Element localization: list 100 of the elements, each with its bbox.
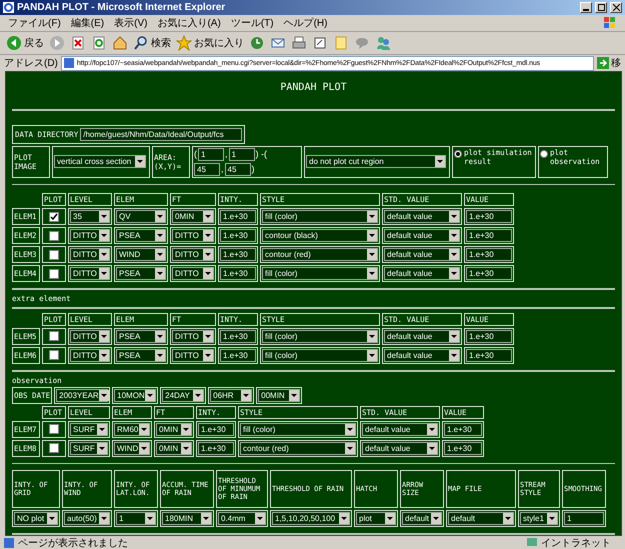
dropdown[interactable]: contour (black) [262,229,378,242]
value-field[interactable]: 1.e+30 [466,248,512,262]
dropdown[interactable]: RM60 [114,422,150,436]
dropdown[interactable]: 00MIN [258,388,300,402]
favorites-button[interactable]: お気に入り [176,35,244,51]
value-field[interactable]: 1.e+30 [466,330,512,343]
dropdown[interactable]: auto(50) [64,512,110,526]
checkbox[interactable] [49,331,59,342]
dropdown[interactable]: 1,5,10,20,50,100 [272,512,350,526]
dropdown[interactable]: QV [116,210,166,224]
value-field[interactable]: 1.e+30 [444,422,482,436]
value-field[interactable]: 1.e+30 [466,229,512,242]
dropdown[interactable]: fill (color) [262,330,378,343]
dropdown[interactable]: DITTO [70,267,110,280]
checkbox[interactable] [49,424,59,434]
dropdown[interactable]: default value [384,229,460,242]
interval-field[interactable]: 1.e+30 [198,442,234,455]
minimize-button[interactable] [580,2,592,13]
dropdown[interactable]: 0MIN [156,422,192,436]
radio-button[interactable] [454,150,462,158]
search-button[interactable]: 検索 [133,35,171,51]
dropdown[interactable]: 0.4mm [218,512,266,526]
maximize-button[interactable] [595,2,607,13]
dropdown[interactable]: 0MIN [172,210,214,224]
interval-field[interactable]: 1.e+30 [220,210,256,224]
dropdown[interactable]: 24DAY [162,388,204,402]
dropdown[interactable]: PSEA [116,348,166,362]
interval-field[interactable]: 1.e+30 [220,248,256,262]
dropdown[interactable]: default value [384,248,460,262]
dropdown[interactable]: PSEA [116,267,166,280]
dropdown[interactable]: default value [384,210,460,224]
dropdown[interactable]: contour (red) [240,442,356,455]
interval-field[interactable]: 1.e+30 [220,348,256,362]
dropdown[interactable]: PSEA [116,229,166,242]
dropdown[interactable]: DITTO [70,330,110,343]
coordinate-field[interactable]: 1 [198,148,224,161]
dropdown[interactable]: SURF [70,442,108,455]
checkbox[interactable] [49,350,59,360]
dropdown[interactable]: default value [384,348,460,362]
dropdown[interactable]: fill (color) [240,422,356,436]
dropdown[interactable]: default [448,512,514,526]
interval-field[interactable]: 1.e+30 [220,330,256,343]
dropdown[interactable]: 180MIN [162,512,212,526]
dropdown[interactable]: DITTO [172,229,214,242]
dropdown[interactable]: vertical cross section [54,155,146,168]
dropdown[interactable]: style1 [520,512,558,526]
back-button[interactable]: 戻る [6,35,44,51]
value-field[interactable]: 1.e+30 [444,442,482,455]
radio-button[interactable] [540,150,548,158]
dropdown[interactable]: 1 [116,512,156,526]
smoothing-field[interactable]: 1 [564,512,604,526]
interval-field[interactable]: 1.e+30 [220,229,256,242]
dropdown[interactable]: SURF [70,422,108,436]
home-icon[interactable] [112,35,128,51]
dropdown[interactable]: default value [362,442,438,455]
dropdown[interactable]: fill (color) [262,210,378,224]
dropdown[interactable]: DITTO [70,248,110,262]
checkbox[interactable] [49,230,59,241]
dropdown[interactable]: contour (red) [262,248,378,262]
dropdown[interactable]: 06HR [210,388,252,402]
back-icon[interactable] [6,35,22,51]
dropdown[interactable]: NO plot [14,512,58,526]
stop-icon[interactable] [70,35,86,51]
dropdown[interactable]: fill (color) [262,348,378,362]
data-directory-field[interactable]: /home/guest/Nhm/Data/Ideal/Output/fcs [80,128,242,141]
interval-field[interactable]: 1.e+30 [198,422,234,436]
dropdown[interactable]: DITTO [172,248,214,262]
dropdown[interactable]: do not plot cut region [306,155,446,168]
dropdown[interactable]: default value [384,267,460,280]
checkbox[interactable] [49,250,59,260]
dropdown[interactable]: default [402,512,442,526]
go-button[interactable]: 移 [597,56,621,70]
dropdown[interactable]: 0MIN [156,442,192,455]
checkbox[interactable] [49,212,59,222]
dropdown[interactable]: DITTO [70,229,110,242]
coordinate-field[interactable]: 1 [228,148,255,161]
menu-item[interactable]: ツール(T) [230,16,274,30]
dropdown[interactable]: DITTO [70,348,110,362]
dropdown[interactable]: default value [362,422,438,436]
dropdown[interactable]: DITTO [172,267,214,280]
print-icon[interactable] [291,35,307,51]
menu-item[interactable]: 表示(V) [114,16,148,30]
dropdown[interactable]: DITTO [172,330,214,343]
dropdown[interactable]: fill (color) [262,267,378,280]
dropdown[interactable]: 35 [70,210,110,224]
interval-field[interactable]: 1.e+30 [220,267,256,280]
menu-item[interactable]: お気に入り(A) [157,16,221,30]
history-icon[interactable] [249,35,265,51]
value-field[interactable]: 1.e+30 [466,348,512,362]
menu-item[interactable]: ヘルプ(H) [284,16,328,30]
dropdown[interactable]: PSEA [116,330,166,343]
dropdown[interactable]: default value [384,330,460,343]
dropdown[interactable]: WIND [116,248,166,262]
dropdown[interactable]: WIND [114,442,150,455]
dropdown[interactable]: plot [356,512,396,526]
dropdown[interactable]: 2003YEAR [56,388,108,402]
value-field[interactable]: 1.e+30 [466,210,512,224]
menu-item[interactable]: ファイル(F) [8,16,61,30]
dropdown[interactable]: 10MON [114,388,156,402]
coordinate-field[interactable]: 45 [224,162,251,176]
